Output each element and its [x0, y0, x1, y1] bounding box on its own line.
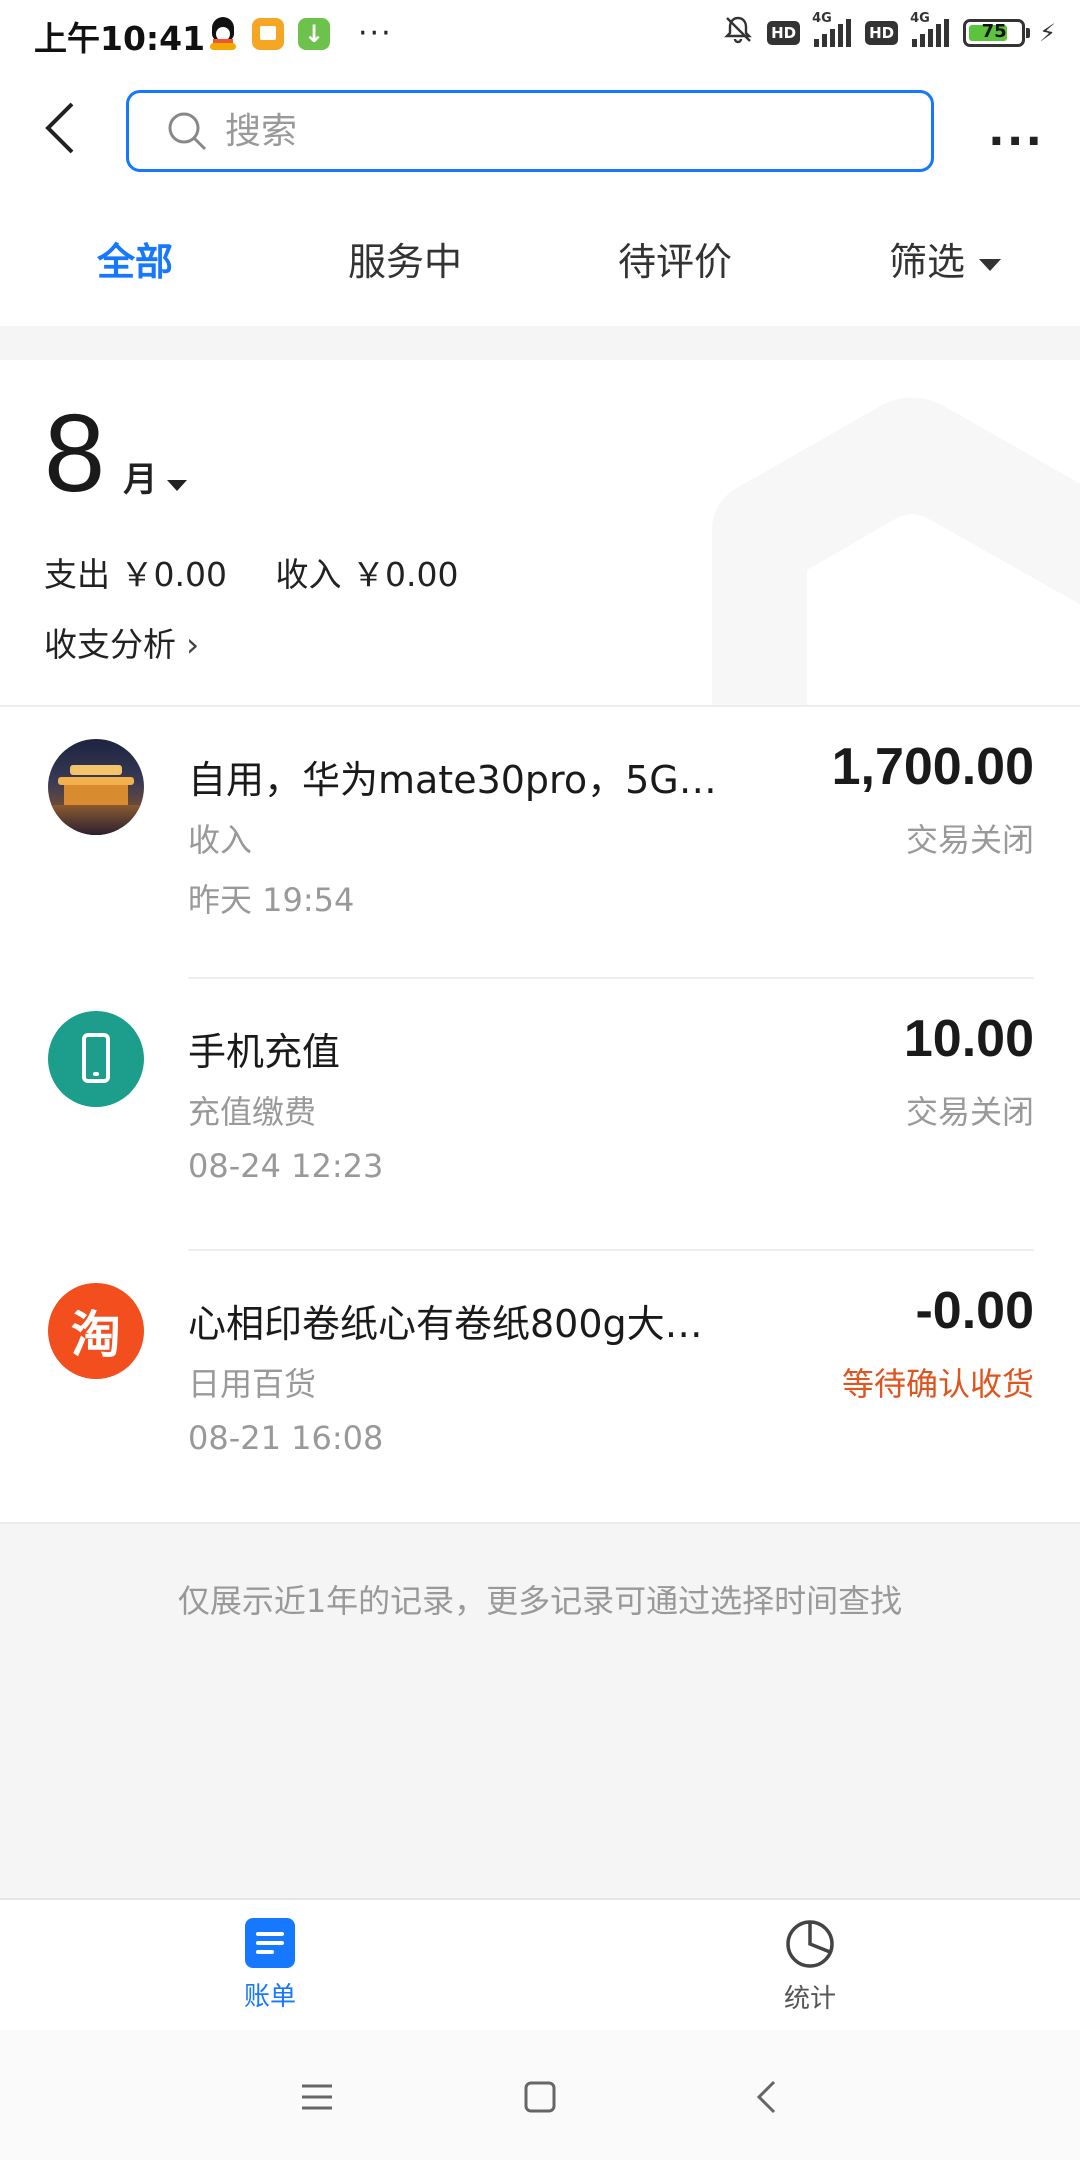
section-divider	[0, 326, 1080, 360]
month-unit: 月	[123, 460, 158, 500]
transaction-status: 交易关闭	[905, 1093, 1034, 1131]
month-totals: 支出 ￥0.00 收入 ￥0.00	[44, 548, 496, 596]
transaction-status: 等待确认收货	[841, 1365, 1034, 1403]
back-button[interactable]	[40, 98, 90, 164]
records-range-note: 仅展示近1年的记录，更多记录可通过选择时间查找	[177, 1582, 903, 1620]
filter-tabs: 全部 服务中 待评价 筛选	[0, 198, 1080, 326]
month-summary: 8 月 支出 ￥0.00 收入 ￥0.00 收支分析 ›	[0, 360, 1080, 705]
transaction-time: 08-24 12:23	[188, 1147, 384, 1185]
hd-icon: HD	[767, 20, 801, 45]
transaction-time: 08-21 16:08	[188, 1419, 384, 1457]
records-footer: 仅展示近1年的记录，更多记录可通过选择时间查找	[0, 1522, 1080, 1900]
status-notification-icons: ···	[208, 16, 393, 51]
income-total: 收入 ￥0.00	[275, 555, 459, 594]
dropdown-caret-icon	[167, 480, 188, 491]
tab-in-service[interactable]: 服务中	[270, 198, 540, 326]
transaction-title: 手机充值	[188, 1030, 341, 1074]
dropdown-caret-icon	[979, 258, 1001, 271]
status-system-icons: HD 4G HD 4G 75 ⚡	[723, 11, 1056, 51]
status-time: 上午10:41	[34, 19, 206, 58]
transaction-status: 交易关闭	[905, 821, 1034, 859]
watermark-shield-icon	[712, 397, 1080, 705]
download-app-icon	[298, 17, 330, 50]
transaction-amount: -0.00	[915, 1282, 1034, 1340]
nav-bill[interactable]: 账单	[170, 1918, 370, 2013]
signal-icon: 4G	[910, 11, 950, 47]
top-bar: ···	[0, 66, 1080, 198]
transaction-row[interactable]: 手机充值 充值缴费 08-24 12:23 10.00 交易关闭	[0, 979, 1080, 1251]
month-number: 8	[44, 392, 106, 515]
nav-bill-label: 账单	[243, 1982, 296, 2012]
status-bar: 上午10:41 ··· HD 4G HD 4G	[0, 0, 1080, 66]
bill-icon	[245, 1918, 295, 1968]
battery-icon: 75	[963, 18, 1031, 47]
transaction-time: 昨天 19:54	[188, 881, 355, 919]
chevron-right-icon: ›	[186, 625, 200, 664]
transaction-amount: 1,700.00	[831, 738, 1034, 796]
search-bar[interactable]	[126, 90, 934, 172]
transaction-category: 充值缴费	[188, 1093, 317, 1131]
home-icon[interactable]	[515, 2072, 565, 2122]
transaction-row[interactable]: 自用，华为mate30pro，5G… 收入 昨天 19:54 1,700.00 …	[0, 707, 1080, 979]
nav-stats-label: 统计	[783, 1984, 836, 2014]
battery-level: 75	[981, 20, 1007, 42]
taobao-icon: 淘	[48, 1283, 144, 1379]
expense-total: 支出 ￥0.00	[44, 555, 227, 594]
signal-icon: 4G	[812, 11, 852, 47]
transaction-amount: 10.00	[903, 1010, 1034, 1068]
mute-bell-icon	[723, 14, 753, 51]
transaction-category: 日用百货	[188, 1365, 317, 1403]
chevron-left-icon	[45, 102, 74, 154]
income-expense-analysis-link[interactable]: 收支分析 ›	[44, 618, 199, 666]
more-options-button[interactable]: ···	[988, 116, 1044, 167]
qq-icon	[208, 16, 238, 51]
tab-to-review[interactable]: 待评价	[540, 198, 810, 326]
system-navigation-bar	[0, 2030, 1080, 2160]
more-notifications-icon: ···	[358, 16, 393, 51]
back-nav-icon[interactable]	[742, 2072, 792, 2122]
tab-filter[interactable]: 筛选	[810, 198, 1080, 326]
search-icon	[168, 112, 207, 151]
transaction-row[interactable]: 淘 心相印卷纸心有卷纸800g大… 日用百货 08-21 16:08 -0.00…	[0, 1251, 1080, 1523]
tab-all[interactable]: 全部	[0, 198, 270, 326]
bottom-navigation: 账单 统计	[0, 1898, 1080, 2032]
mobile-phone-icon	[48, 1011, 144, 1107]
menu-icon[interactable]	[292, 2072, 342, 2122]
charging-icon: ⚡	[1039, 18, 1056, 47]
nav-stats[interactable]: 统计	[710, 1918, 910, 2015]
pie-chart-icon	[786, 1920, 834, 1968]
search-input[interactable]	[223, 109, 827, 153]
hd-icon: HD	[865, 20, 899, 45]
transaction-category: 收入	[188, 821, 253, 859]
transaction-title: 自用，华为mate30pro，5G…	[188, 758, 717, 802]
month-selector[interactable]: 8 月	[44, 390, 188, 517]
notes-app-icon	[252, 17, 284, 50]
pagoda-photo-icon	[48, 739, 144, 835]
transaction-title: 心相印卷纸心有卷纸800g大…	[188, 1302, 703, 1346]
